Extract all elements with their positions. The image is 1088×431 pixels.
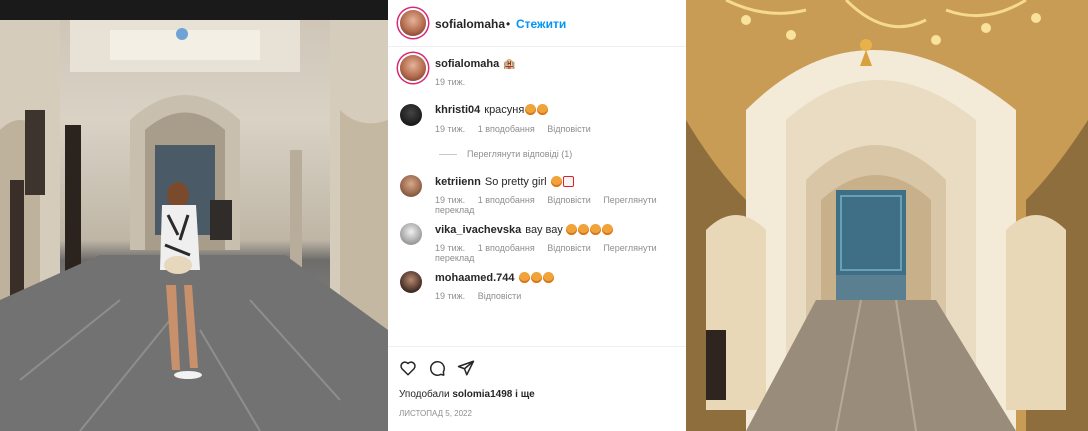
heart-eyes-emoji-icon	[543, 272, 555, 283]
comment-meta: 19 тиж. 1 вподобання Відповісти Переглян…	[435, 195, 686, 215]
likes-suffix[interactable]: і ще	[515, 389, 535, 400]
left-photo	[0, 0, 388, 431]
comment-time: 19 тиж.	[435, 243, 466, 253]
reply-link[interactable]: Відповісти	[547, 243, 591, 253]
post-date: ЛИСТОПАД 5, 2022	[399, 409, 472, 418]
comment-time: 19 тиж.	[435, 195, 466, 205]
gift-emoji-icon	[562, 176, 574, 187]
reply-link[interactable]: Відповісти	[478, 291, 522, 301]
heart-eyes-emoji-icon	[550, 176, 562, 187]
share-icon[interactable]	[457, 359, 475, 377]
post-header: sofialomaha • Стежити	[388, 0, 686, 47]
reply-link[interactable]: Відповісти	[547, 124, 591, 134]
comment-text: mohaamed.744	[435, 272, 555, 284]
heart-eyes-emoji-icon	[519, 272, 531, 283]
follow-button[interactable]: Стежити	[516, 17, 566, 31]
comment-time: 19 тиж.	[435, 291, 466, 301]
comment-meta: 19 тиж. 1 вподобання Відповісти	[435, 124, 601, 134]
heart-eyes-emoji-icon	[577, 224, 589, 235]
comment-likes[interactable]: 1 вподобання	[478, 124, 535, 134]
comment-likes[interactable]: 1 вподобання	[478, 243, 535, 253]
comment-icon[interactable]	[428, 359, 446, 377]
comment-time: 19 тиж.	[435, 124, 466, 134]
comment-avatar[interactable]	[400, 271, 422, 293]
right-photo	[686, 0, 1088, 431]
comment-meta: 19 тиж. Відповісти	[435, 291, 531, 301]
comment-meta: 19 тиж. 1 вподобання Відповісти Переглян…	[435, 243, 686, 263]
heart-eyes-emoji-icon	[601, 224, 613, 235]
heart-eyes-emoji-icon	[589, 224, 601, 235]
heart-eyes-emoji-icon	[565, 224, 577, 235]
reply-link[interactable]: Відповісти	[547, 195, 591, 205]
caption-time: 19 тиж.	[435, 77, 466, 87]
comment-likes[interactable]: 1 вподобання	[478, 195, 535, 205]
view-replies-link[interactable]: Переглянути відповіді (1)	[439, 149, 572, 159]
caption: sofialomaha 🏨	[435, 58, 516, 70]
translate-link[interactable]: Переглянути переклад	[435, 243, 657, 263]
instagram-post-panel: sofialomaha • Стежити sofialomaha 🏨 19 ти…	[388, 0, 686, 431]
heart-eyes-emoji-icon	[531, 272, 543, 283]
comment-username[interactable]: khristi04	[435, 104, 480, 116]
likes-prefix: Уподобали	[399, 389, 450, 400]
comment-avatar[interactable]	[400, 104, 422, 126]
comment-username[interactable]: mohaamed.744	[435, 272, 514, 284]
comment-text: khristi04 красуня	[435, 104, 549, 116]
follow-separator: •	[506, 17, 511, 31]
heart-eyes-emoji-icon	[525, 104, 537, 115]
translate-link[interactable]: Переглянути переклад	[435, 195, 657, 215]
comment-body: So pretty girl	[484, 176, 547, 188]
comment-body: красуня	[484, 104, 525, 116]
liker-username[interactable]: solomia1498	[452, 389, 512, 400]
heart-icon[interactable]	[399, 359, 417, 377]
heart-eyes-emoji-icon	[537, 104, 549, 115]
likes-line: Уподобали solomia1498 і ще	[399, 389, 535, 400]
caption-meta: 19 тиж.	[435, 77, 475, 87]
author-username[interactable]: sofialomaha	[435, 17, 505, 31]
comment-username[interactable]: vika_ivachevska	[435, 224, 521, 236]
caption-username[interactable]: sofialomaha	[435, 58, 499, 70]
comment-avatar[interactable]	[400, 223, 422, 245]
comment-text: vika_ivachevska вау вау	[435, 224, 613, 236]
comment-username[interactable]: ketriienn	[435, 176, 481, 188]
comment-avatar[interactable]	[400, 175, 422, 197]
author-avatar[interactable]	[400, 10, 426, 36]
comment-text: ketriienn So pretty girl	[435, 176, 574, 188]
action-bar: Уподобали solomia1498 і ще ЛИСТОПАД 5, 2…	[388, 346, 686, 431]
hotel-emoji-icon: 🏨	[503, 59, 516, 70]
comment-body: вау вау	[525, 224, 563, 236]
caption-avatar[interactable]	[400, 55, 426, 81]
